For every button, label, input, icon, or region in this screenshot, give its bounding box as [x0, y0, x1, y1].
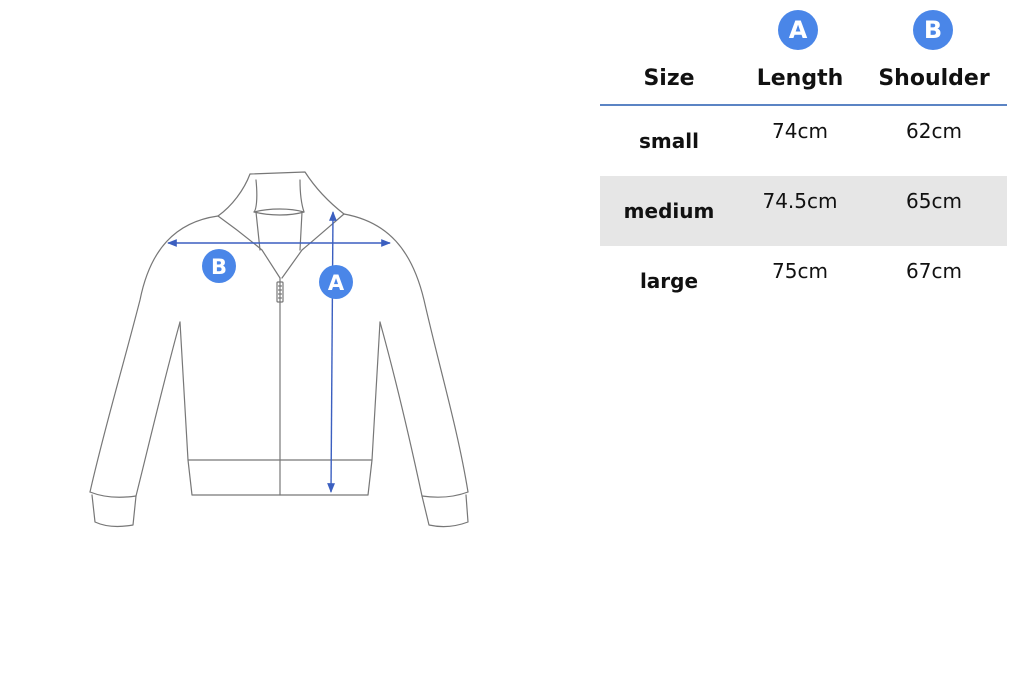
length-marker-a: A: [778, 10, 818, 50]
table-row: medium 74.5cm 65cm: [600, 176, 1007, 246]
shoulder-cell: 67cm: [906, 259, 962, 283]
length-cell: 75cm: [772, 259, 828, 283]
shoulder-cell: 65cm: [906, 189, 962, 213]
size-chart-table: A B Size Length Shoulder small 74cm 62cm…: [600, 0, 1007, 316]
jacket-outline-icon: B A: [89, 171, 469, 528]
svg-text:B: B: [211, 255, 227, 279]
table-marker-row: A B: [600, 0, 1007, 60]
size-column-header: Size: [643, 66, 695, 91]
shoulder-marker-b: B: [913, 10, 953, 50]
size-cell: large: [639, 269, 699, 293]
length-marker-a: A: [319, 265, 353, 299]
length-column-header: Length: [756, 66, 844, 91]
shoulder-column-header: Shoulder: [878, 66, 990, 91]
length-measure-line: [327, 211, 337, 493]
svg-text:A: A: [328, 271, 345, 295]
size-cell: medium: [623, 199, 715, 223]
length-cell: 74cm: [772, 119, 828, 143]
table-header-row: Size Length Shoulder: [600, 60, 1007, 106]
shoulder-marker-b: B: [202, 249, 236, 283]
length-cell: 74.5cm: [762, 189, 838, 213]
table-row: large 75cm 67cm: [600, 246, 1007, 316]
jacket-body-outline: [89, 171, 469, 528]
size-cell: small: [639, 129, 699, 153]
jacket-diagram: B A: [0, 0, 600, 700]
table-row: small 74cm 62cm: [600, 106, 1007, 176]
shoulder-cell: 62cm: [906, 119, 962, 143]
